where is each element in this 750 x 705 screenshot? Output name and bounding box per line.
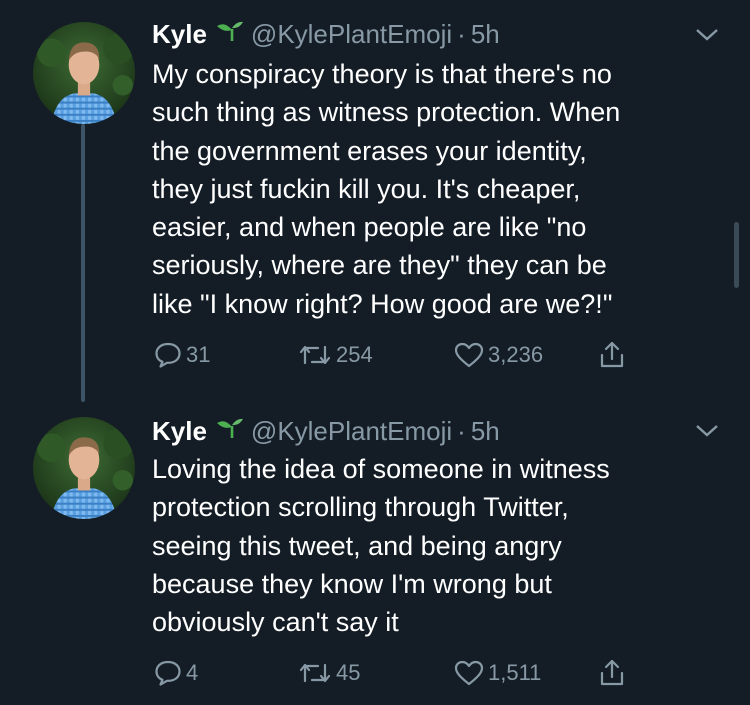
tweet-text-line: because they know I'm wrong but <box>152 568 552 599</box>
thread-connector-line <box>81 124 85 402</box>
retweet-count: 254 <box>336 342 373 367</box>
scrollbar[interactable] <box>734 222 739 288</box>
retweet-count: 45 <box>336 660 361 685</box>
share-button[interactable] <box>598 655 626 691</box>
retweet-button[interactable]: 45 <box>298 655 360 691</box>
tweet-text-line: they just fuckin kill you. It's cheaper, <box>152 173 581 204</box>
like-button[interactable]: 3,236 <box>454 337 543 373</box>
seedling-icon <box>215 19 245 50</box>
share-icon <box>600 341 624 368</box>
heart-icon <box>454 660 484 686</box>
handle[interactable]: @KylePlantEmoji <box>251 19 452 50</box>
display-name[interactable]: Kyle <box>152 19 207 50</box>
tweet-text-line: protection scrolling through Twitter, <box>152 492 569 523</box>
tweet-2[interactable]: Kyle @KylePlantEmoji · 5h Loving the ide… <box>0 400 750 705</box>
retweet-icon <box>299 663 331 683</box>
tweet-actions: 31 254 3,236 <box>152 337 652 373</box>
share-icon <box>600 659 624 686</box>
reply-icon <box>155 342 181 368</box>
tweet-text-line: obviously can't say it <box>152 607 399 638</box>
handle[interactable]: @KylePlantEmoji <box>251 416 452 447</box>
tweet-text-line: seriously, where are they" they can be <box>152 250 607 281</box>
chevron-down-icon[interactable] <box>694 26 720 44</box>
tweet-header: Kyle @KylePlantEmoji · 5h <box>152 17 500 51</box>
tweet-text-line: My conspiracy theory is that there's no <box>152 59 612 89</box>
tweet-text-line: Loving the idea of someone in witness <box>152 454 610 484</box>
tweet-text-line: the government erases your identity, <box>152 135 587 166</box>
separator: · <box>457 18 466 49</box>
reply-button[interactable]: 31 <box>154 337 210 373</box>
avatar[interactable] <box>33 417 135 519</box>
chevron-down-icon[interactable] <box>694 422 720 440</box>
timestamp[interactable]: 5h <box>471 416 500 447</box>
reply-icon <box>155 660 181 686</box>
reply-count: 4 <box>186 660 199 685</box>
tweet-header: Kyle @KylePlantEmoji · 5h <box>152 414 500 448</box>
reply-button[interactable]: 4 <box>154 655 198 691</box>
tweet-text: My conspiracy theory is that there's no … <box>152 55 712 323</box>
timestamp[interactable]: 5h <box>471 19 500 50</box>
heart-icon <box>454 342 484 368</box>
share-button[interactable] <box>598 337 626 373</box>
separator: · <box>457 415 466 446</box>
tweet-text-line: like "I know right? How good are we?!" <box>152 288 613 319</box>
tweet-text-line: such thing as witness protection. When <box>152 97 621 128</box>
tweet-text: Loving the idea of someone in witness pr… <box>152 450 712 641</box>
avatar[interactable] <box>33 22 135 124</box>
reply-count: 31 <box>186 342 211 367</box>
like-count: 1,511 <box>488 660 542 685</box>
like-button[interactable]: 1,511 <box>454 655 541 691</box>
seedling-icon <box>215 416 245 447</box>
tweet-1[interactable]: Kyle @KylePlantEmoji · 5h My conspiracy … <box>0 0 750 400</box>
tweet-actions: 4 45 1,511 <box>152 655 652 691</box>
retweet-button[interactable]: 254 <box>298 337 373 373</box>
like-count: 3,236 <box>488 342 544 367</box>
display-name[interactable]: Kyle <box>152 416 207 447</box>
retweet-icon <box>299 345 331 365</box>
tweet-text-line: easier, and when people are like "no <box>152 212 587 243</box>
tweet-text-line: seeing this tweet, and being angry <box>152 530 562 561</box>
